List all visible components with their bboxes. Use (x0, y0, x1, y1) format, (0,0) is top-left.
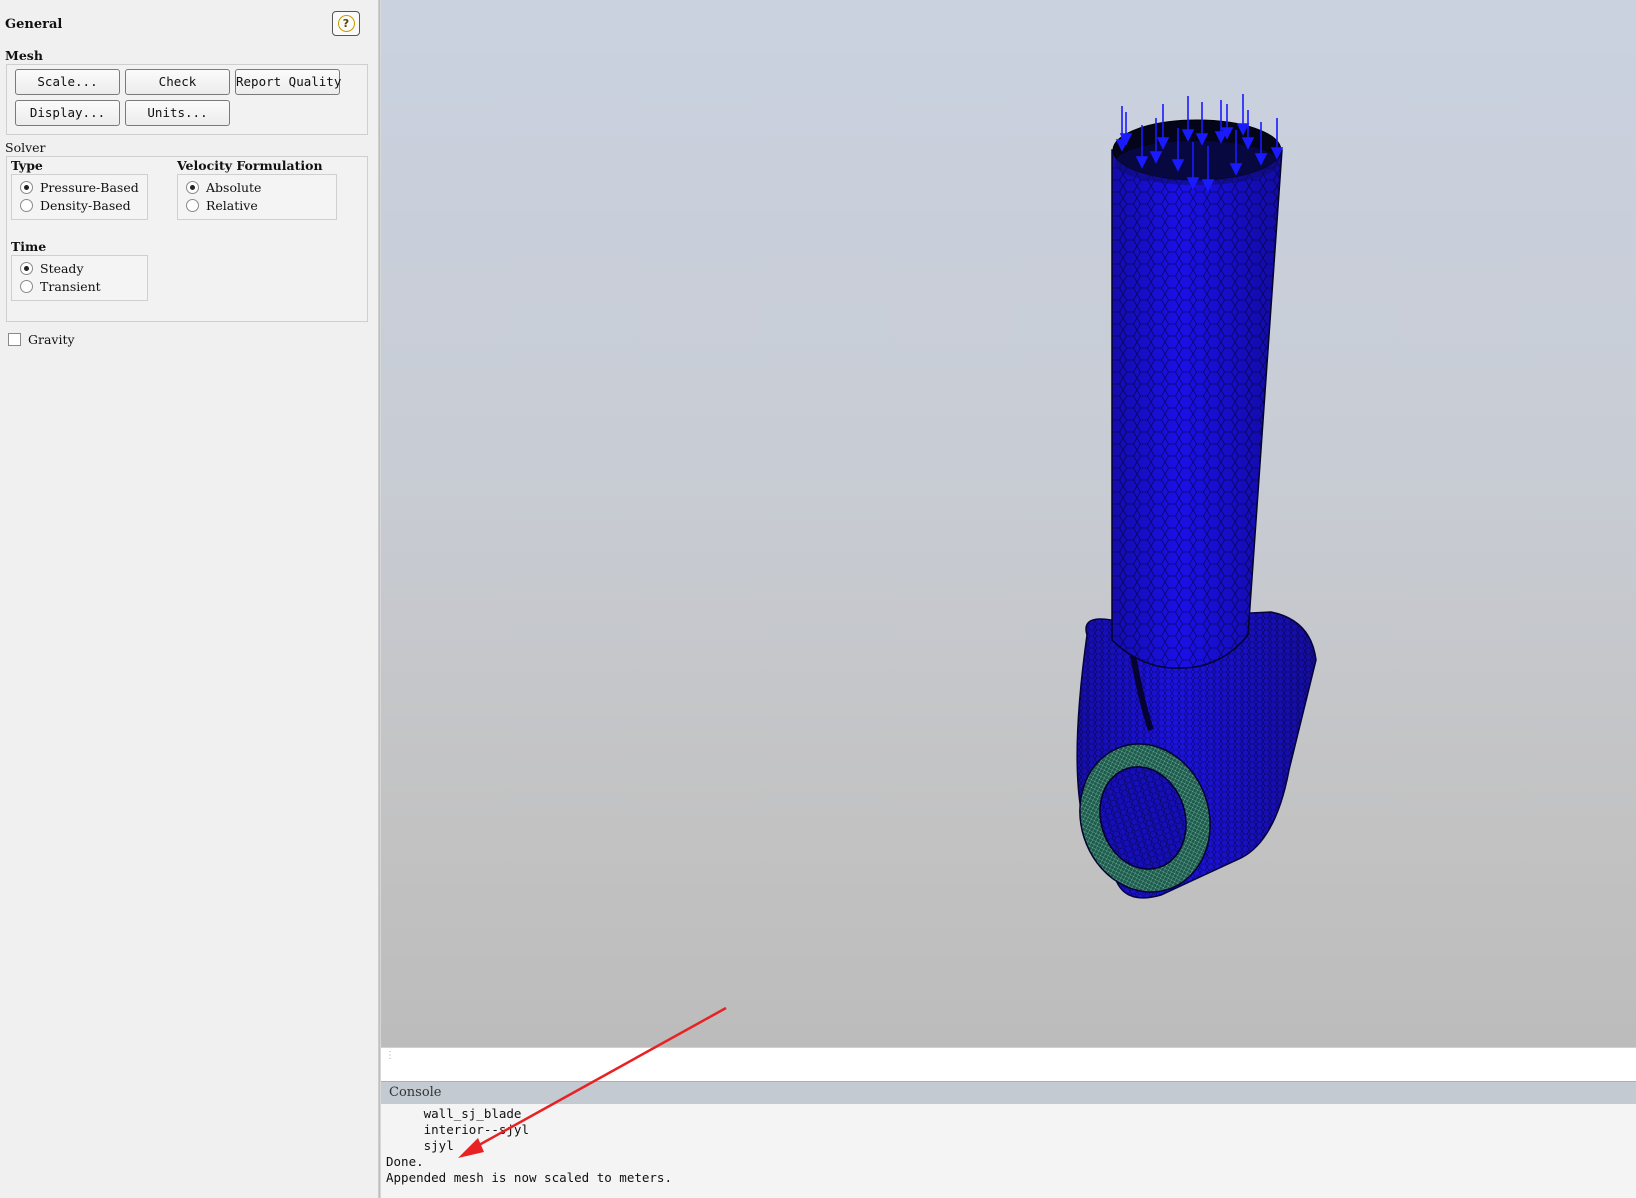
velocity-formulation-title: Velocity Formulation (177, 158, 323, 173)
radio-steady[interactable]: Steady (20, 259, 84, 277)
console-line: wall_sj_blade (386, 1106, 522, 1121)
page-title: General (5, 17, 63, 32)
mesh-section-title: Mesh (5, 48, 43, 63)
general-task-panel: General ? Mesh Scale... Check Report Qua… (0, 0, 378, 1198)
radio-indicator (186, 180, 199, 194)
mesh-render (1076, 94, 1317, 899)
check-button[interactable]: Check (125, 69, 230, 95)
console-line: interior--sjyl (386, 1122, 529, 1137)
units-button[interactable]: Units... (125, 100, 230, 126)
scale-button[interactable]: Scale... (15, 69, 120, 95)
radio-relative[interactable]: Relative (186, 196, 258, 214)
console-line: Appended mesh is now scaled to meters. (386, 1170, 672, 1185)
radio-label: Steady (40, 260, 84, 276)
radio-density-based[interactable]: Density-Based (20, 196, 131, 214)
toolbar-strip (381, 1047, 1636, 1081)
checkbox-box (8, 332, 21, 346)
radio-indicator (186, 198, 199, 212)
radio-label: Pressure-Based (40, 179, 139, 195)
radio-indicator (20, 261, 33, 275)
radio-indicator (20, 180, 33, 194)
radio-indicator (20, 279, 33, 293)
radio-absolute[interactable]: Absolute (186, 178, 261, 196)
display-button[interactable]: Display... (15, 100, 120, 126)
console-line: sjyl (386, 1138, 454, 1153)
console-line: Done. (386, 1154, 424, 1169)
type-title: Type (11, 158, 43, 173)
radio-indicator (20, 198, 33, 212)
radio-label: Absolute (206, 179, 262, 195)
console-header: Console (381, 1081, 1636, 1104)
radio-pressure-based[interactable]: Pressure-Based (20, 178, 139, 196)
console-title: Console (389, 1085, 442, 1100)
radio-label: Transient (40, 278, 101, 294)
gravity-label: Gravity (28, 331, 75, 347)
console-output[interactable]: wall_sj_blade interior--sjyl sjyl Done. … (381, 1104, 1636, 1198)
report-quality-button[interactable]: Report Quality (235, 69, 341, 95)
inlet-pipe (1111, 119, 1283, 669)
gravity-checkbox[interactable]: Gravity (8, 330, 75, 348)
help-icon: ? (337, 15, 355, 32)
time-title: Time (11, 239, 47, 254)
help-button[interactable]: ? (332, 11, 360, 36)
splitter-grip-icon[interactable]: ⋮ (385, 1051, 395, 1061)
solver-section-title: Solver (5, 140, 46, 155)
radio-label: Relative (206, 197, 258, 213)
radio-label: Density-Based (40, 197, 131, 213)
radio-transient[interactable]: Transient (20, 277, 101, 295)
graphics-viewport[interactable] (381, 0, 1636, 1047)
